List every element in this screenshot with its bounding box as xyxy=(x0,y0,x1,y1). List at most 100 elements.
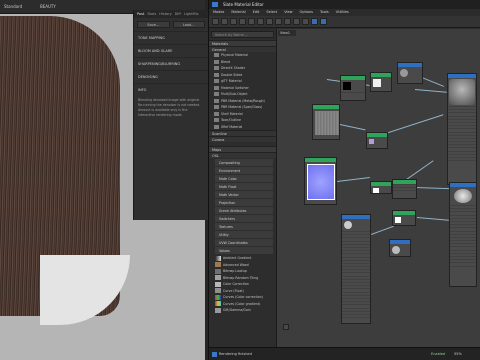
view-tab[interactable]: View1 xyxy=(278,30,296,36)
map-thumbnail-icon xyxy=(215,255,221,261)
node-slot[interactable] xyxy=(342,317,370,320)
status-bar: Rendering finished Enabled 55% xyxy=(209,347,480,360)
list-item[interactable]: Textures xyxy=(215,223,273,230)
menu-options[interactable]: Options xyxy=(300,10,314,15)
node-slot[interactable] xyxy=(393,190,416,193)
tab-diff[interactable]: Diff xyxy=(175,12,181,16)
color-correction-node[interactable] xyxy=(366,132,388,149)
pick-material-icon[interactable] xyxy=(221,18,228,25)
layout-all-icon[interactable] xyxy=(293,18,300,25)
zoom-level[interactable]: 55% xyxy=(454,352,462,356)
color-node[interactable] xyxy=(370,72,392,92)
viewport-label: Standard xyxy=(4,4,23,9)
material-parameter-editor-icon[interactable] xyxy=(311,18,318,25)
hide-slots-icon[interactable] xyxy=(266,18,273,25)
assign-material-icon[interactable] xyxy=(239,18,246,25)
load-button[interactable]: Load... xyxy=(172,21,205,28)
node-header xyxy=(367,133,387,137)
tab-lightmix[interactable]: LightMix xyxy=(184,12,199,16)
node-header xyxy=(313,105,339,109)
list-item[interactable]: Environment xyxy=(215,167,273,174)
select-tool-icon[interactable] xyxy=(212,18,219,25)
status-enabled: Enabled xyxy=(431,352,446,356)
list-item[interactable]: Projection xyxy=(215,199,273,206)
list-item[interactable]: Compositing xyxy=(215,159,273,166)
list-item[interactable]: Utility xyxy=(215,231,273,238)
navigator-icon[interactable] xyxy=(283,324,289,330)
material-node-2[interactable] xyxy=(449,182,477,287)
map-node[interactable] xyxy=(397,62,423,84)
list-item[interactable]: Math Vector xyxy=(215,191,273,198)
section-info[interactable]: INFO xyxy=(134,83,208,96)
tab-stats[interactable]: Stats xyxy=(147,12,156,16)
map-thumbnail-icon xyxy=(215,288,221,293)
delete-icon[interactable] xyxy=(248,18,255,25)
osl-category-list: Compositing Environment Math Color Math … xyxy=(209,159,276,254)
viewport-mode[interactable]: BEAUTY xyxy=(40,4,56,9)
tab-post[interactable]: Post xyxy=(137,12,144,16)
node-header xyxy=(448,74,476,78)
material-map-browser-icon[interactable] xyxy=(320,18,327,25)
texture-node[interactable] xyxy=(340,75,366,101)
move-children-icon[interactable] xyxy=(257,18,264,25)
switch-node[interactable] xyxy=(392,179,417,199)
layout-children-icon[interactable] xyxy=(302,18,309,25)
menu-utilities[interactable]: Utilities xyxy=(336,10,349,15)
node-header xyxy=(371,73,391,77)
map-thumbnail-icon xyxy=(215,307,221,313)
menu-modes[interactable]: Modes xyxy=(213,10,224,15)
node-header xyxy=(390,240,410,244)
tab-history[interactable]: History xyxy=(159,12,171,16)
normal-map-node[interactable] xyxy=(304,157,337,205)
map-node-2[interactable] xyxy=(389,239,411,257)
node-view[interactable]: View1 xyxy=(277,29,480,347)
search-input[interactable]: Search by Name ... xyxy=(211,31,274,38)
color-node-2[interactable] xyxy=(392,210,416,226)
general-material-list: Physical Material Blend DirectX Shader D… xyxy=(209,52,276,130)
node-slot[interactable] xyxy=(341,92,365,95)
node-wire xyxy=(339,124,366,131)
mix-node[interactable] xyxy=(370,181,392,194)
list-item[interactable]: XRef Material xyxy=(209,124,276,131)
material-swatch-icon xyxy=(214,66,219,70)
list-item[interactable]: Scene Attributes xyxy=(215,207,273,214)
material-node[interactable] xyxy=(447,73,477,185)
group-osl[interactable]: OSL xyxy=(209,152,276,158)
menu-view[interactable]: View xyxy=(284,10,292,15)
menu-tools[interactable]: Tools xyxy=(320,10,329,15)
section-tone-mapping[interactable]: TONE MAPPING xyxy=(134,31,208,44)
show-background-icon[interactable] xyxy=(284,18,291,25)
node-header xyxy=(342,215,370,219)
list-item[interactable]: UVW Coordinates xyxy=(215,239,273,246)
node-header xyxy=(371,182,391,186)
node-wire xyxy=(416,217,449,221)
node-preview xyxy=(373,79,381,87)
list-item[interactable]: Math Color xyxy=(215,175,273,182)
rendered-shoulder-image xyxy=(40,255,130,325)
map-list: Ambient Gradient Advanced Wood Bitmap Lo… xyxy=(209,255,276,314)
section-sharpening[interactable]: SHARPENING/BLURRING xyxy=(134,57,208,70)
menu-edit[interactable]: Edit xyxy=(253,10,260,15)
menu-material[interactable]: Material xyxy=(231,10,245,15)
menu-select[interactable]: Select xyxy=(266,10,277,15)
node-slot[interactable] xyxy=(450,265,476,269)
list-item[interactable]: Switchers xyxy=(215,215,273,222)
node-slot[interactable] xyxy=(448,160,476,163)
falloff-node[interactable] xyxy=(341,214,371,324)
material-swatch-icon xyxy=(214,105,219,109)
list-item[interactable]: Math Float xyxy=(215,183,273,190)
node-wire xyxy=(337,176,370,182)
section-denoising[interactable]: DENOISING xyxy=(134,70,208,83)
save-button[interactable]: Save... xyxy=(137,21,170,28)
menu-bar: Modes Material Edit Select View Options … xyxy=(209,9,480,16)
section-bloom-glare[interactable]: BLOOM AND GLARE xyxy=(134,44,208,57)
material-preview xyxy=(454,189,472,203)
list-item[interactable]: Gift/Gamma/Gain xyxy=(209,307,276,314)
list-item[interactable]: Values xyxy=(215,247,273,254)
node-preview xyxy=(395,217,401,223)
material-swatch-icon xyxy=(214,53,219,57)
show-map-icon[interactable] xyxy=(275,18,282,25)
render-tabs: Post Stats History Diff LightMix xyxy=(134,10,208,18)
bitmap-node[interactable] xyxy=(312,104,340,140)
put-to-scene-icon[interactable] xyxy=(230,18,237,25)
